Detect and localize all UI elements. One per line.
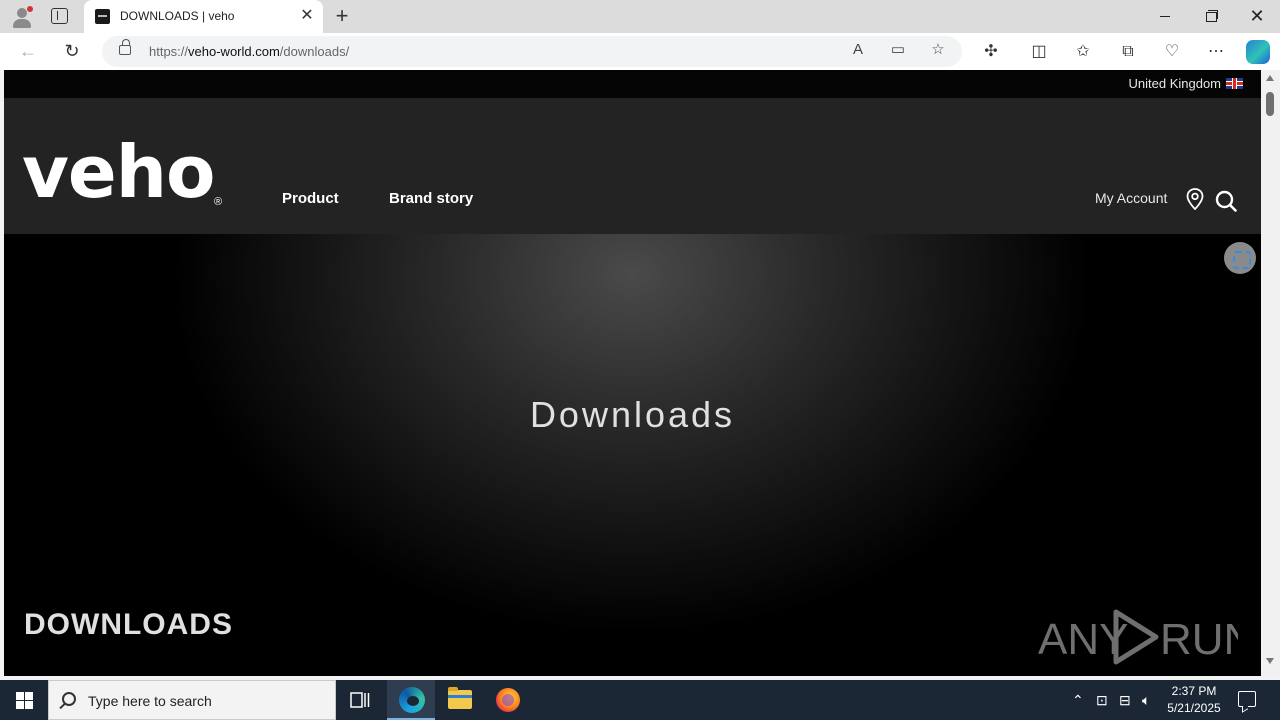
- split-screen-icon[interactable]: ◫: [1028, 41, 1050, 63]
- lock-icon[interactable]: [119, 39, 131, 55]
- extensions-icon[interactable]: ✣: [980, 41, 1002, 63]
- region-selector[interactable]: United Kingdom: [1129, 76, 1222, 91]
- site-favicon-icon: [95, 9, 110, 24]
- clock-time: 2:37 PM: [1171, 684, 1217, 698]
- read-aloud-icon[interactable]: A: [848, 40, 868, 60]
- back-arrow-icon[interactable]: ←: [17, 40, 39, 62]
- site-header: veho ® Product Brand story My Account: [4, 98, 1261, 234]
- tray-overflow-chevron-icon[interactable]: ⌃: [1072, 692, 1084, 709]
- hero-title: Downloads: [529, 394, 736, 435]
- browser-toolbar: ← ↻ https://veho-world.com/downloads/ A …: [0, 33, 1280, 70]
- restore-button[interactable]: [1188, 0, 1234, 33]
- minimize-button[interactable]: [1142, 0, 1188, 33]
- address-bar[interactable]: https://veho-world.com/downloads/: [102, 36, 962, 67]
- scroll-thumb[interactable]: [1266, 92, 1274, 116]
- volume-icon[interactable]: 🔈︎: [1142, 692, 1150, 709]
- store-locator-pin-icon[interactable]: [1186, 188, 1204, 210]
- tab-close-icon[interactable]: ✕: [298, 7, 316, 25]
- scroll-down-icon[interactable]: [1266, 658, 1274, 664]
- file-explorer-icon: [448, 687, 472, 709]
- taskbar-edge-app[interactable]: [387, 680, 435, 720]
- browser-essentials-icon[interactable]: ♡: [1161, 41, 1183, 63]
- task-view-icon[interactable]: [350, 690, 370, 710]
- collections-icon[interactable]: ⧉: [1117, 41, 1139, 63]
- favorites-icon[interactable]: ✩: [1072, 41, 1094, 63]
- network-icon[interactable]: ⊟: [1119, 692, 1131, 709]
- more-options-icon[interactable]: ⋯: [1205, 41, 1227, 63]
- visual-search-icon[interactable]: [1224, 242, 1256, 274]
- browser-tab[interactable]: DOWNLOADS | veho ✕: [84, 0, 323, 33]
- window-close-button[interactable]: ✕: [1234, 0, 1280, 33]
- hero-banner: Downloads DOWNLOADS ANY RUN: [4, 234, 1261, 676]
- new-tab-button[interactable]: +: [330, 4, 354, 28]
- profile-avatar-icon[interactable]: [10, 5, 34, 29]
- favorite-star-icon[interactable]: ☆: [928, 40, 948, 60]
- taskbar-clock[interactable]: 2:37 PM 5/21/2025: [1158, 683, 1230, 717]
- nav-product[interactable]: Product: [282, 190, 339, 207]
- search-icon[interactable]: [1215, 190, 1237, 212]
- tray-app-icon[interactable]: ⊡: [1096, 692, 1108, 709]
- search-placeholder: Type here to search: [88, 693, 212, 709]
- firefox-icon: [496, 688, 520, 712]
- page-heading: DOWNLOADS: [24, 608, 233, 641]
- notifications-icon[interactable]: [1238, 691, 1256, 707]
- uk-flag-icon[interactable]: [1226, 78, 1243, 89]
- web-page: United Kingdom veho ® Product Brand stor…: [4, 70, 1261, 676]
- copilot-icon[interactable]: [1246, 40, 1270, 64]
- nav-brand-story[interactable]: Brand story: [389, 190, 473, 207]
- watermark-text-run: RUN: [1160, 615, 1238, 664]
- region-bar: United Kingdom: [4, 70, 1261, 98]
- edge-browser-icon: [399, 687, 425, 713]
- my-account-link[interactable]: My Account: [1095, 190, 1167, 206]
- registered-mark: ®: [214, 196, 223, 208]
- taskbar-search-input[interactable]: Type here to search: [48, 680, 336, 720]
- windows-start-button[interactable]: [0, 680, 48, 720]
- tab-title: DOWNLOADS | veho: [120, 9, 235, 23]
- url-text[interactable]: https://veho-world.com/downloads/: [149, 44, 349, 59]
- taskbar-explorer-app[interactable]: [435, 680, 483, 720]
- page-scrollbar[interactable]: [1261, 70, 1280, 676]
- taskbar-firefox-app[interactable]: [484, 680, 532, 720]
- veho-logo[interactable]: veho: [22, 132, 215, 212]
- windows-taskbar: Type here to search ⌃ ⊡ ⊟ 🔈︎ 2:37 PM 5/2…: [0, 680, 1280, 720]
- anyrun-watermark-logo: ANY RUN: [1038, 609, 1238, 665]
- scroll-up-icon[interactable]: [1266, 75, 1274, 81]
- reload-icon[interactable]: ↻: [61, 40, 83, 62]
- clock-date: 5/21/2025: [1167, 701, 1221, 715]
- immersive-reader-icon[interactable]: ▭: [888, 40, 908, 60]
- tab-actions-icon[interactable]: [51, 8, 68, 24]
- browser-tab-strip: DOWNLOADS | veho ✕ + ✕: [0, 0, 1280, 33]
- search-icon: [62, 692, 76, 706]
